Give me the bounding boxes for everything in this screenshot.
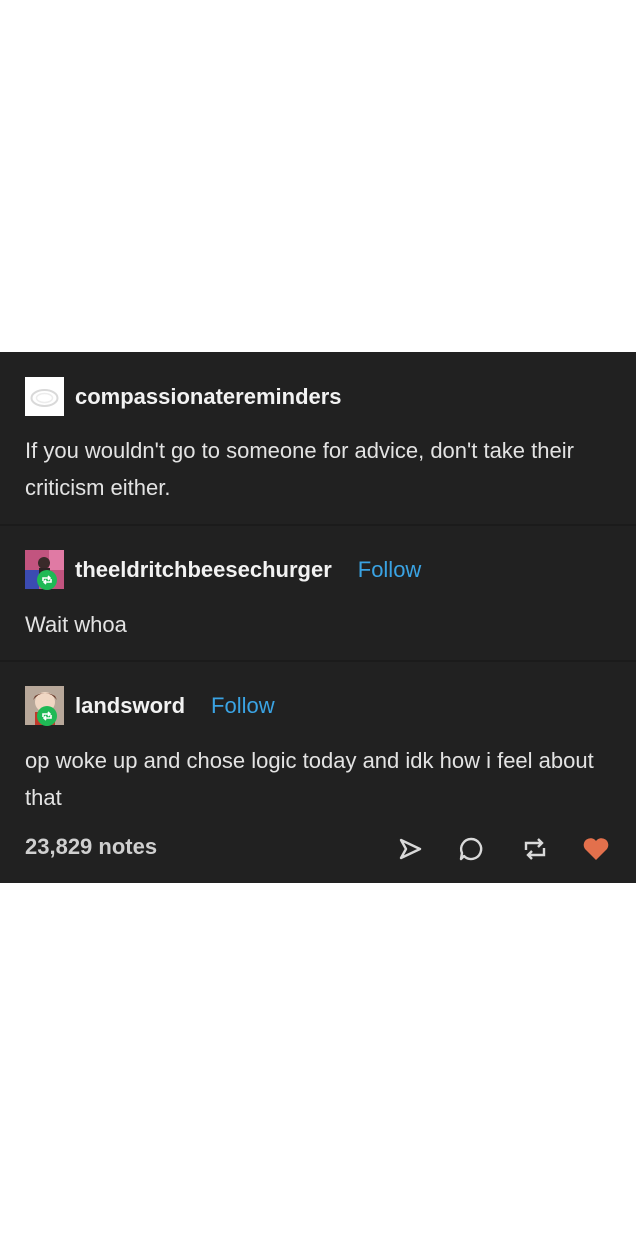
heart-icon — [583, 838, 609, 860]
avatar-image-icon — [25, 377, 64, 416]
comment-icon — [459, 837, 483, 861]
follow-button[interactable]: Follow — [211, 693, 275, 719]
reblog-icon — [42, 711, 52, 721]
reblog-icon — [524, 838, 546, 860]
notes-count[interactable]: 23,829 notes — [25, 834, 157, 860]
reply-button[interactable] — [454, 834, 488, 864]
reblog-badge — [37, 706, 57, 726]
reblog-badge — [37, 570, 57, 590]
reblog-button[interactable] — [518, 834, 552, 864]
follow-button[interactable]: Follow — [358, 557, 422, 583]
post-text: op woke up and chose logic today and idk… — [25, 748, 594, 810]
username[interactable]: compassionatereminders — [75, 384, 342, 410]
username[interactable]: theeldritchbeesechurger — [75, 557, 332, 583]
post-header: theeldritchbeesechurger Follow — [25, 550, 422, 590]
reblog-post: theeldritchbeesechurger Follow Wait whoa — [0, 526, 636, 660]
send-icon — [399, 838, 422, 860]
share-button[interactable] — [393, 834, 427, 864]
reblog-icon — [42, 575, 52, 585]
reblog-post: landsword Follow op woke up and chose lo… — [0, 662, 636, 822]
tumblr-post-card: compassionatereminders If you wouldn't g… — [0, 352, 636, 883]
avatar[interactable] — [25, 686, 64, 726]
like-button[interactable] — [579, 834, 613, 864]
post-header: compassionatereminders — [25, 377, 342, 416]
post-header: landsword Follow — [25, 686, 275, 726]
avatar[interactable] — [25, 377, 64, 416]
username[interactable]: landsword — [75, 693, 185, 719]
post-text: If you wouldn't go to someone for advice… — [25, 438, 574, 500]
original-post: compassionatereminders If you wouldn't g… — [0, 352, 636, 522]
avatar[interactable] — [25, 550, 64, 590]
post-text: Wait whoa — [25, 612, 127, 637]
